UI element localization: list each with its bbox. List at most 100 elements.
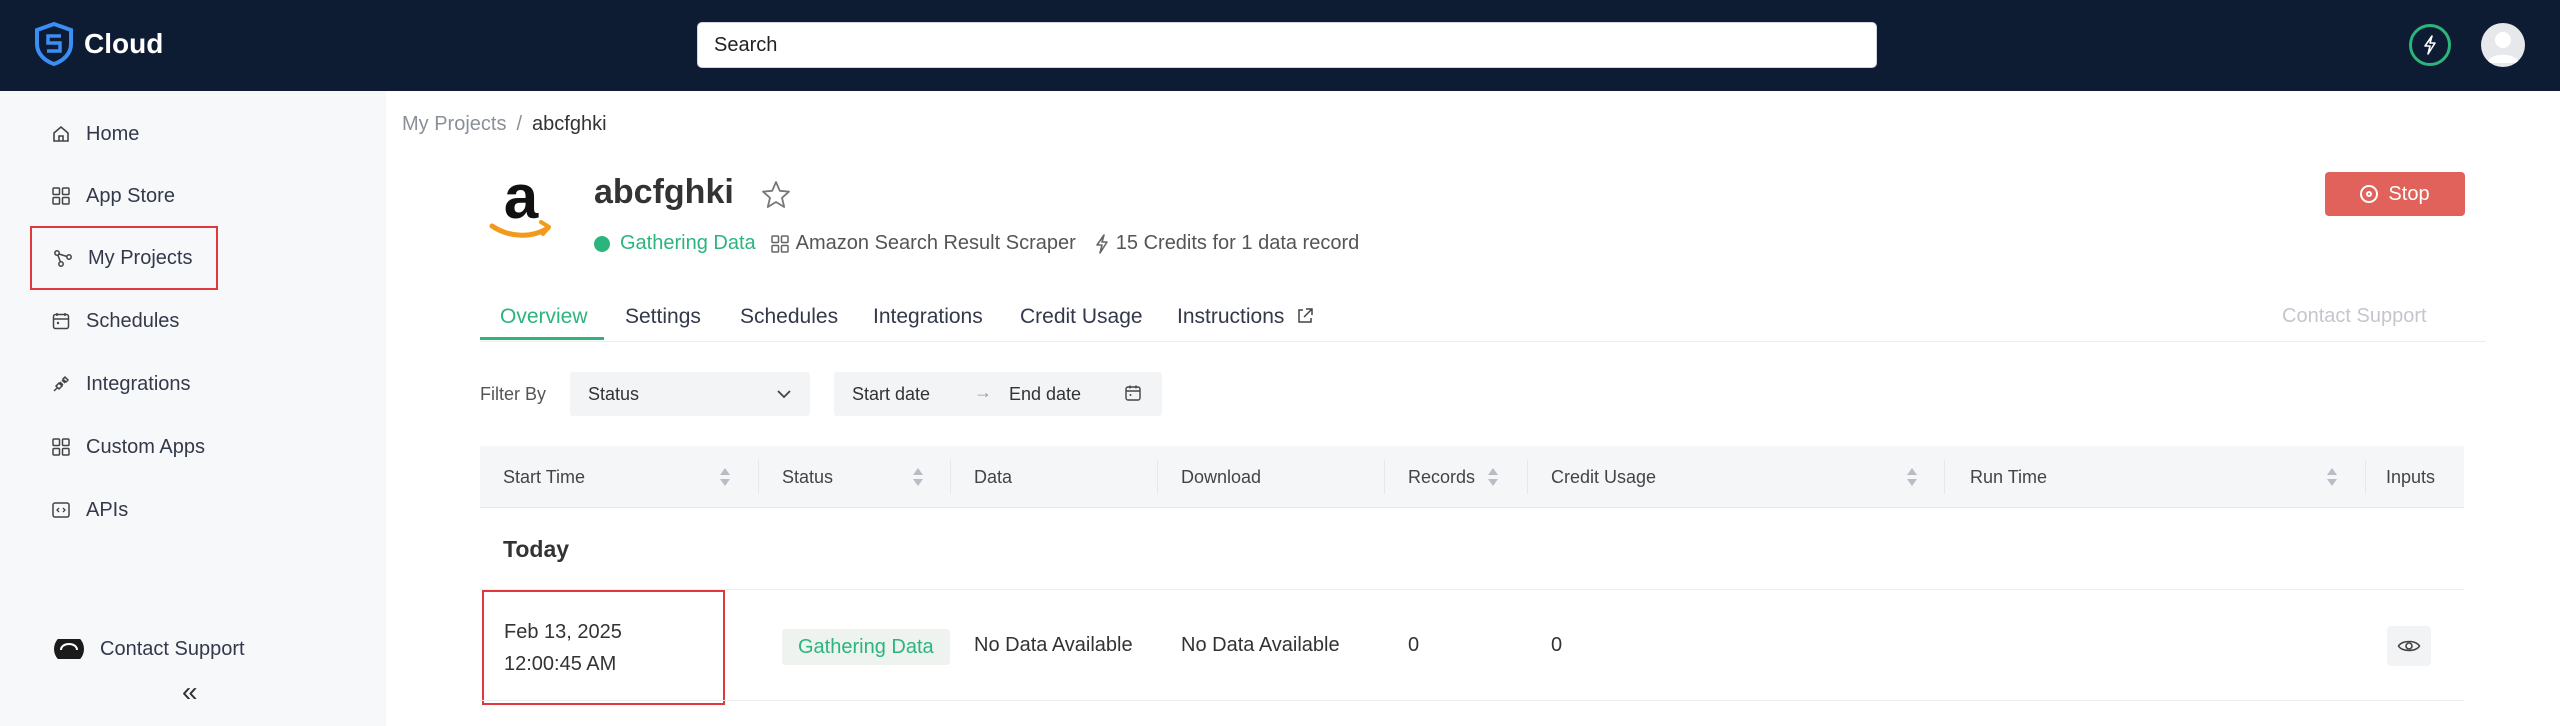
project-meta: Gathering Data Amazon Search Result Scra… [594,232,1359,255]
logo[interactable]: Cloud [34,22,163,66]
top-bar: Cloud [0,0,2560,91]
calendar-icon [1125,385,1141,401]
sidebar-item-integrations[interactable]: Integrations [30,352,218,416]
column-header-data: Data [974,466,1013,487]
cell-records: 0 [1408,634,1420,656]
start-date-input[interactable]: Start date [852,384,930,405]
table-group-label: Today [503,536,570,562]
project-app-name[interactable]: Amazon Search Result Scraper [796,232,1076,255]
column-header-status[interactable]: Status [782,446,833,508]
project-status: Gathering Data [620,232,756,254]
headset-icon [54,639,84,659]
column-header-start-time[interactable]: Start Time [503,446,585,508]
cell-credit-usage: 0 [1551,634,1563,656]
amazon-logo-icon: a [486,163,556,246]
tab-instructions-label: Instructions [1177,305,1285,328]
breadcrumb: My Projects / abcfghki [402,113,607,136]
cell-download: No Data Available [1181,634,1340,656]
active-tab-indicator [480,337,604,340]
external-link-icon [1298,308,1313,323]
power-button[interactable] [2409,24,2451,66]
end-date-input[interactable]: End date [1009,384,1081,405]
date-range-picker[interactable]: Start date → End date [834,372,1162,416]
column-divider [1157,460,1158,494]
user-icon [2487,32,2519,63]
divider [480,589,2464,590]
sidebar-contact-support[interactable]: Contact Support [52,639,245,659]
eye-icon [2397,640,2421,652]
stop-button[interactable]: Stop [2325,172,2465,216]
bolt-icon [1094,233,1110,254]
table-header: Start Time Status Data Download Records … [480,446,2464,508]
sidebar-item-label: Custom Apps [86,435,205,458]
tab-integrations[interactable]: Integrations [873,305,983,329]
nodes-icon [52,247,74,269]
column-divider [758,460,759,494]
tab-overview[interactable]: Overview [500,305,588,329]
range-arrow: → [974,382,992,402]
sidebar-item-apis[interactable]: APIs [30,478,218,542]
code-icon [50,499,72,521]
cell-data: No Data Available [974,634,1133,656]
favorite-star-icon[interactable] [760,179,792,216]
column-divider [1944,460,1945,494]
sidebar-item-label: APIs [86,498,129,521]
project-credits: 15 Credits for 1 data record [1115,232,1360,254]
tab-bar: Overview Settings Schedules Integrations… [480,300,2486,342]
sort-icon[interactable] [719,466,731,488]
filter-label: Filter By [480,384,547,404]
svg-text:a: a [504,172,539,232]
sidebar-support-label: Contact Support [100,639,245,659]
view-inputs-button[interactable] [2387,626,2431,666]
breadcrumb-parent[interactable]: My Projects [402,113,506,135]
tab-schedules[interactable]: Schedules [740,305,838,329]
sidebar-item-label: App Store [86,184,175,207]
sort-icon[interactable] [912,466,924,488]
column-divider [950,460,951,494]
tab-credit-usage[interactable]: Credit Usage [1020,305,1143,329]
column-header-records[interactable]: Records [1408,446,1475,508]
apps-icon [50,436,72,458]
avatar[interactable] [2481,23,2525,67]
sidebar-item-custom-apps[interactable]: Custom Apps [30,415,218,479]
grid-icon [50,185,72,207]
status-dot-icon [594,235,610,252]
stop-icon [2360,185,2379,203]
tab-settings[interactable]: Settings [625,305,701,329]
sidebar: Home App Store My Projects Schedules Int… [0,91,386,726]
chevron-down-icon [777,390,791,399]
sidebar-item-app-store[interactable]: App Store [30,164,218,228]
column-divider [1527,460,1528,494]
sidebar-item-label: Home [86,122,140,145]
status-select[interactable]: Status [570,372,810,416]
cell-start-time: Feb 13, 2025 12:00:45 AM [482,590,725,705]
contact-support-link[interactable]: Contact Support [2282,305,2427,328]
sidebar-item-my-projects[interactable]: My Projects [30,226,218,290]
search-box[interactable] [697,22,1877,68]
sort-icon[interactable] [1487,466,1499,488]
grid-icon [770,234,790,254]
bolt-icon [2424,35,2436,55]
breadcrumb-current: abcfghki [532,113,607,135]
search-input[interactable] [698,23,1876,67]
column-header-inputs: Inputs [2386,466,2436,487]
plug-icon [50,373,72,395]
sort-icon[interactable] [1906,466,1918,488]
stop-label: Stop [2388,182,2430,205]
collapse-sidebar-button[interactable]: « [182,676,198,708]
breadcrumb-separator: / [516,113,523,135]
page-title: abcfghki [594,173,734,211]
column-header-run-time[interactable]: Run Time [1970,446,2047,508]
column-divider [1384,460,1385,494]
sidebar-item-label: Schedules [86,309,180,332]
divider [480,700,2464,701]
sidebar-item-home[interactable]: Home [30,102,218,166]
sort-icon[interactable] [2326,466,2338,488]
calendar-icon [50,310,72,332]
tab-instructions[interactable]: Instructions [1177,305,1314,329]
home-icon [50,123,72,145]
column-header-credit-usage[interactable]: Credit Usage [1551,446,1656,508]
sidebar-item-schedules[interactable]: Schedules [30,289,218,353]
column-divider [2365,460,2366,494]
status-select-value: Status [588,383,640,404]
